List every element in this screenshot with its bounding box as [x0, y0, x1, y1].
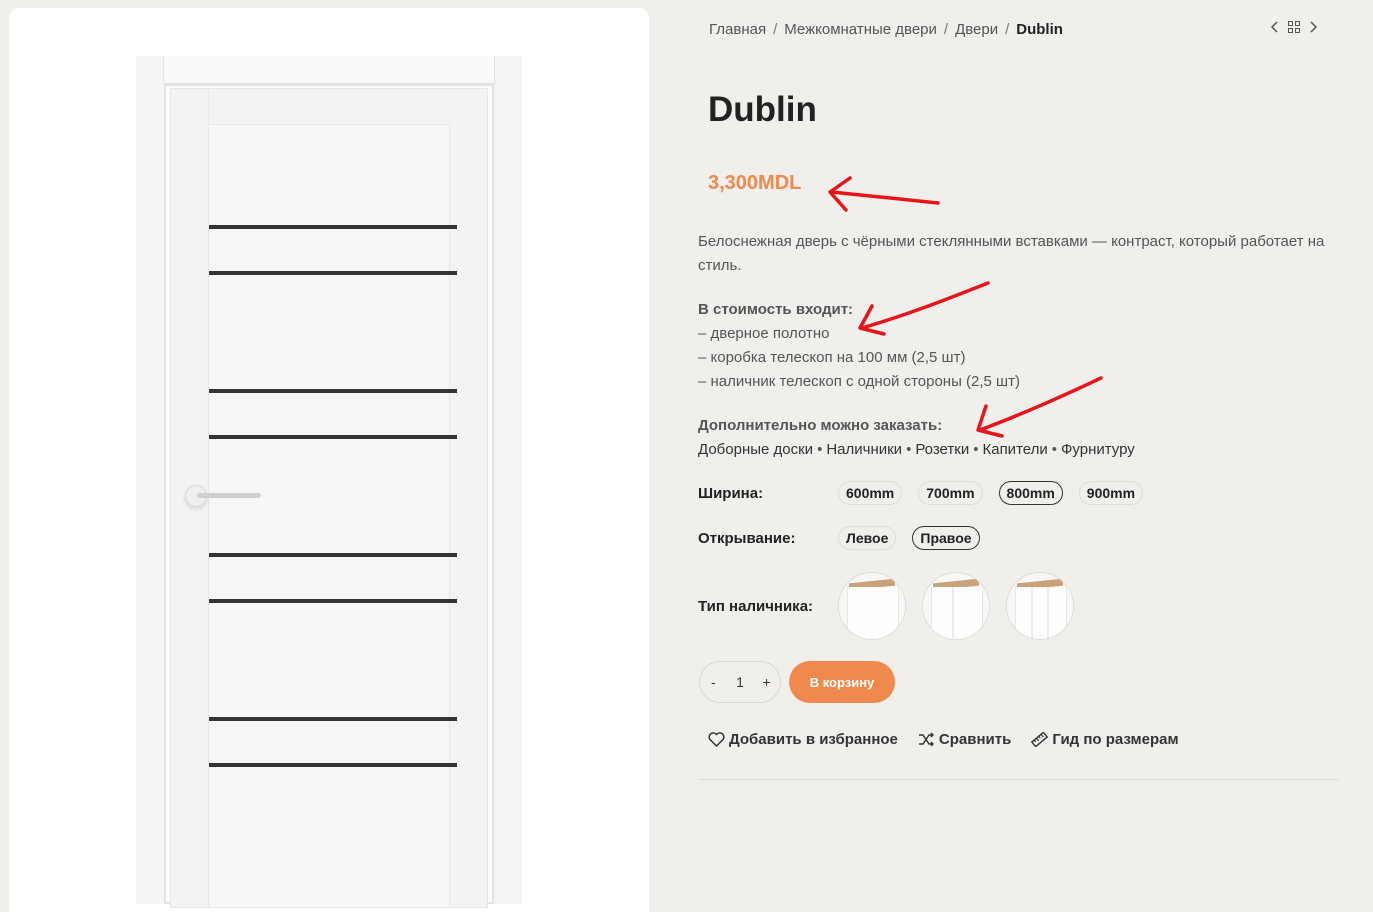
breadcrumb-separator: /	[773, 21, 778, 38]
ruler-icon	[1031, 732, 1049, 747]
extras-link[interactable]: Розетки	[915, 441, 969, 458]
extras-link[interactable]: Фурнитуру	[1061, 441, 1135, 458]
opening-swatch-left[interactable]: Левое	[838, 526, 897, 550]
annotation-arrow	[858, 281, 990, 336]
door-rail-top	[209, 89, 451, 125]
breadcrumb-doors[interactable]: Двери	[955, 21, 998, 38]
breadcrumb-interior-doors[interactable]: Межкомнатные двери	[784, 21, 937, 38]
extras-link[interactable]: Наличники	[826, 441, 902, 458]
glass-strip	[209, 389, 457, 393]
product-title: Dublin	[708, 90, 817, 129]
breadcrumb: Главная / Межкомнатные двери / Двери / Dublin	[709, 21, 1063, 38]
width-label: Ширина:	[698, 484, 764, 502]
annotation-arrow	[828, 176, 940, 212]
trim-label: Тип наличника:	[698, 597, 814, 615]
compare-label: Сравнить	[938, 731, 1012, 748]
product-description: Белоснежная дверь с чёрными стеклянными …	[698, 233, 1325, 274]
glass-strip	[209, 553, 457, 557]
product-price: 3,300MDL	[708, 172, 802, 194]
trim-option-row: Тип наличника:	[698, 572, 1090, 640]
breadcrumb-current: Dublin	[1016, 21, 1063, 38]
trim-swatch-flat[interactable]	[838, 572, 906, 640]
door-top-frame	[163, 56, 495, 84]
door-handle-lever	[197, 493, 261, 498]
breadcrumb-separator: /	[1005, 21, 1010, 38]
door-handle	[185, 485, 261, 507]
breadcrumb-separator: /	[943, 21, 949, 38]
quantity-input[interactable]: 1	[728, 674, 752, 690]
product-door-image[interactable]	[136, 56, 522, 908]
chevron-right-icon[interactable]	[1308, 20, 1318, 34]
extras-link[interactable]: Доборные доски	[698, 441, 813, 458]
glass-strip	[209, 225, 457, 229]
size-guide-link[interactable]: Гид по размерам	[1031, 731, 1179, 748]
width-swatch-800[interactable]: 800mm	[998, 481, 1063, 505]
glass-strip	[209, 763, 457, 767]
width-swatch-600[interactable]: 600mm	[838, 481, 903, 505]
section-divider	[699, 779, 1339, 780]
opening-option-row: Открывание: Левое Правое	[698, 526, 996, 550]
annotation-arrow	[976, 376, 1103, 438]
includes-item: – коробка телескоп на 100 мм (2,5 шт)	[698, 349, 966, 366]
door-frame	[164, 84, 494, 908]
add-to-cart-button[interactable]: В корзину	[789, 661, 895, 703]
trim-swatch-grooved[interactable]	[1006, 572, 1074, 640]
glass-strip	[209, 271, 457, 275]
size-guide-label: Гид по размерам	[1052, 731, 1179, 748]
glass-strip	[209, 599, 457, 603]
trim-swatch-profiled[interactable]	[922, 572, 990, 640]
door-leaf	[170, 88, 488, 908]
grid-icon[interactable]	[1288, 21, 1300, 33]
wishlist-label: Добавить в избранное	[729, 731, 898, 748]
door-stile-right	[449, 89, 487, 907]
opening-swatch-right[interactable]: Правое	[912, 526, 980, 550]
chevron-left-icon[interactable]	[1270, 20, 1280, 34]
opening-label: Открывание:	[698, 529, 796, 547]
product-actions: Добавить в избранное Сравнить Гид по раз…	[708, 731, 1179, 748]
shuffle-icon	[918, 732, 934, 747]
breadcrumb-home[interactable]: Главная	[709, 21, 766, 38]
wishlist-link[interactable]: Добавить в избранное	[708, 731, 898, 748]
extras-link[interactable]: Капители	[982, 441, 1047, 458]
product-navigation	[1270, 20, 1318, 34]
quantity-stepper: - 1 +	[699, 661, 781, 703]
product-image-panel	[9, 8, 649, 912]
quantity-plus-button[interactable]: +	[755, 674, 779, 690]
heart-icon	[708, 732, 725, 747]
width-swatch-700[interactable]: 700mm	[918, 481, 983, 505]
glass-strip	[209, 435, 457, 439]
width-swatch-900[interactable]: 900mm	[1078, 481, 1144, 505]
glass-strip	[209, 717, 457, 721]
width-option-row: Ширина: 600mm 700mm 800mm 900mm	[698, 481, 1159, 505]
compare-link[interactable]: Сравнить	[918, 731, 1011, 748]
quantity-minus-button[interactable]: -	[701, 674, 725, 690]
